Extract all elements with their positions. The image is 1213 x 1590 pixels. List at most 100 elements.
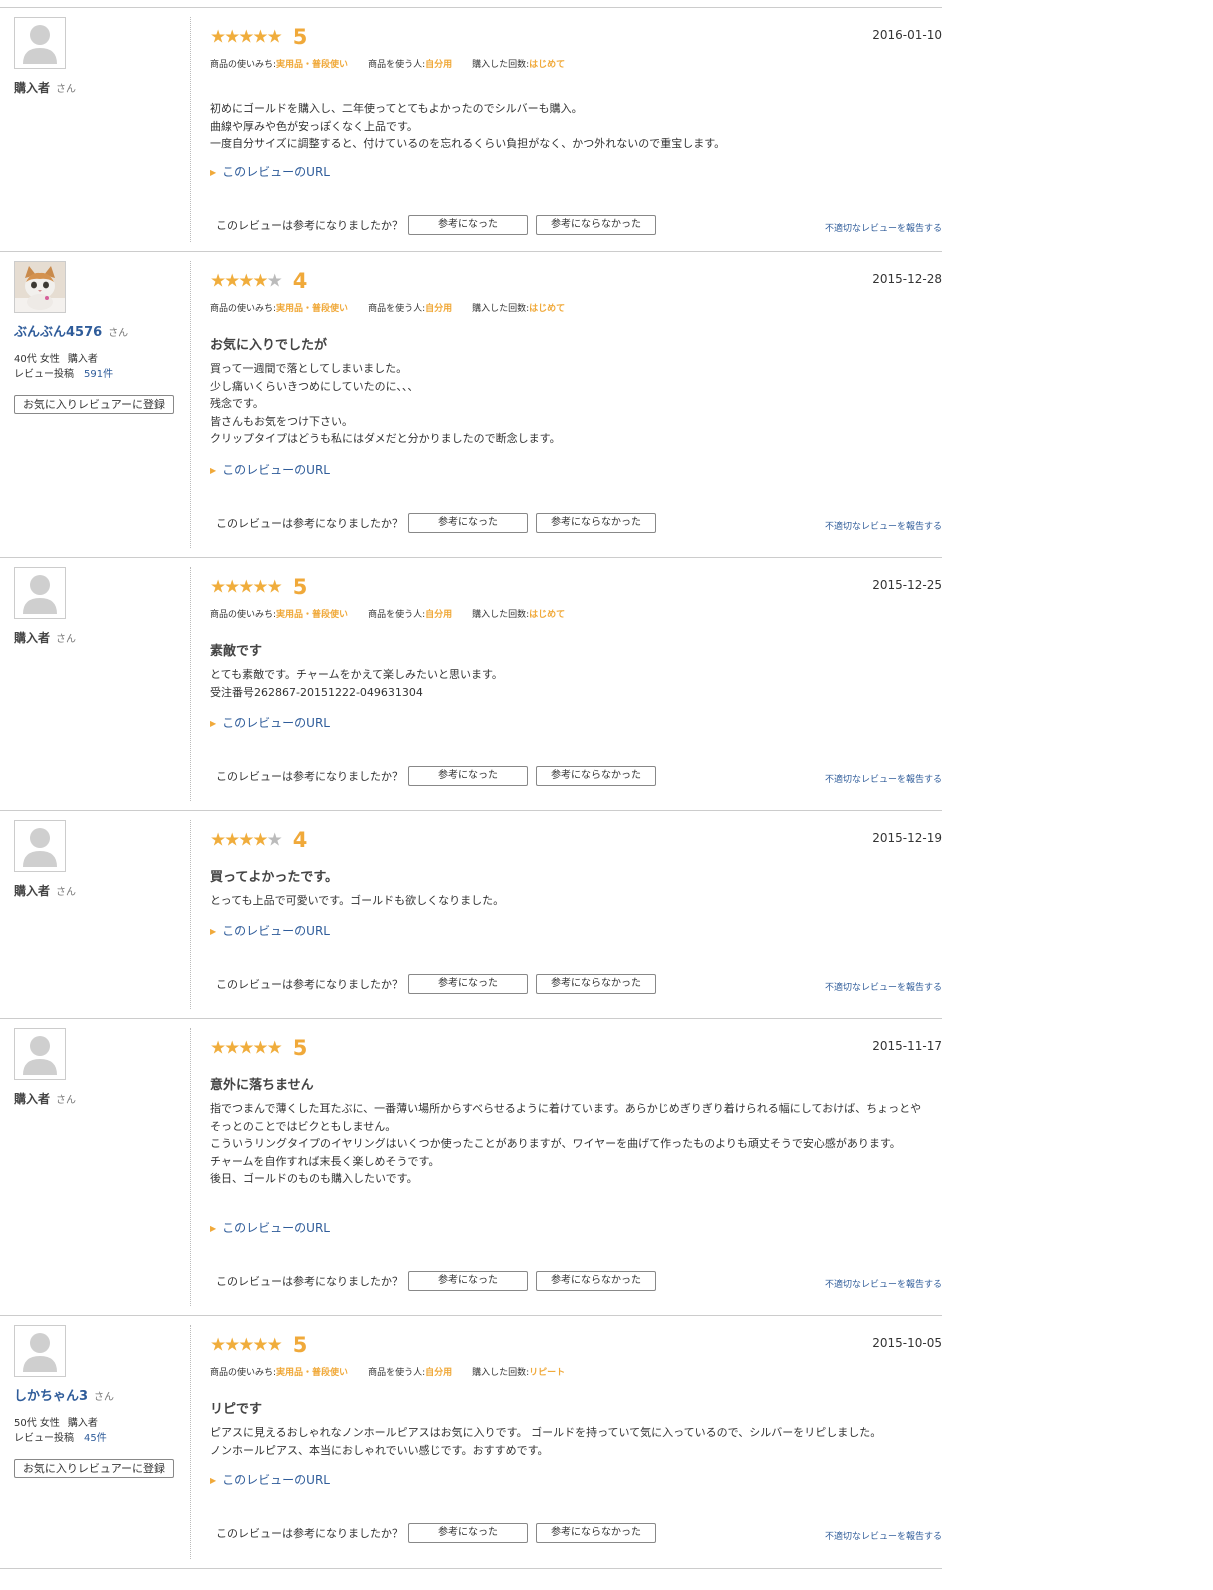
review-url-label[interactable]: このレビューのURL <box>222 165 330 179</box>
attribute-usage: 商品の使いみち:実用品・普段使い <box>210 1368 348 1378</box>
review-count: レビュー投稿 45件 <box>14 1431 174 1446</box>
star-icon: ★ <box>210 270 226 292</box>
helpful-yes-button[interactable]: 参考になった <box>408 973 528 994</box>
reviewer-demographics: 40代 女性 購入者 <box>14 352 174 367</box>
review-title: リピです <box>210 1402 263 1417</box>
helpful-question: このレビューは参考になりましたか？ <box>216 977 403 991</box>
attribute-label: 商品の使いみち: <box>210 60 277 70</box>
avatar[interactable] <box>14 261 66 313</box>
purchase-attributes: 商品の使いみち:実用品・普段使い 商品を使う人:自分用 購入した回数:はじめて <box>210 57 585 70</box>
star-rating: ★★★★★ <box>210 1037 283 1059</box>
helpful-vote: このレビューは参考になりましたか？ 参考になった 参考にならなかった <box>216 765 664 786</box>
reviewer-name[interactable]: しかちゃん3 <box>14 1389 88 1404</box>
review-url-link[interactable]: ▶ このレビューのURL <box>210 163 330 180</box>
column-divider <box>190 1028 191 1306</box>
helpful-yes-button[interactable]: 参考になった <box>408 1270 528 1291</box>
star-icon: ★ <box>238 26 254 48</box>
attribute-label: 商品の使いみち: <box>210 304 277 314</box>
helpful-no-button[interactable]: 参考にならなかった <box>536 1522 656 1543</box>
honorific-label: さん <box>94 1392 115 1403</box>
reviewer-panel: しかちゃん3 さん 50代 女性 購入者 レビュー投稿 45件お気に入りレビュアーに登録 <box>14 1325 174 1478</box>
reviewer-line: 購入者 さん <box>14 630 174 648</box>
report-review-link[interactable]: 不適切なレビューを報告する <box>825 519 942 532</box>
star-icon: ★ <box>210 829 226 851</box>
star-icon: ★ <box>224 1037 240 1059</box>
rating-number: 5 <box>292 1333 308 1357</box>
age-gender: 50代 女性 <box>14 1418 60 1429</box>
review-body-line: クリップタイプはどうも私にはダメだと分かりましたので断念します。 <box>210 432 561 445</box>
review-url-link[interactable]: ▶ このレビューのURL <box>210 1471 330 1488</box>
review-content: ★★★★★ 5 2015-10-05 商品の使いみち:実用品・普段使い 商品を使う人:自… <box>210 1316 942 1568</box>
star-icon: ★ <box>210 576 226 598</box>
review-card: ぶんぶん4576 さん 40代 女性 購入者 レビュー投稿 591件 お気に入りレビュアーに… <box>0 252 942 558</box>
attribute-times: 購入した回数:はじめて <box>472 304 565 314</box>
star-icon: ★ <box>252 1334 268 1356</box>
review-date: 2015-12-28 <box>872 272 942 286</box>
review-url-label[interactable]: このレビューのURL <box>222 1473 330 1487</box>
rating-number: 4 <box>292 269 308 293</box>
review-url-link[interactable]: ▶ このレビューのURL <box>210 714 330 731</box>
helpful-yes-button[interactable]: 参考になった <box>408 214 528 235</box>
review-url-label[interactable]: このレビューのURL <box>222 924 330 938</box>
review-url-link[interactable]: ▶ このレビューのURL <box>210 1219 330 1236</box>
report-review-link[interactable]: 不適切なレビューを報告する <box>825 772 942 785</box>
helpful-no-button[interactable]: 参考にならなかった <box>536 765 656 786</box>
review-url-label[interactable]: このレビューのURL <box>222 716 330 730</box>
helpful-yes-button[interactable]: 参考になった <box>408 1522 528 1543</box>
favorite-reviewer-button[interactable]: お気に入りレビュアーに登録 <box>14 395 174 414</box>
helpful-no-button[interactable]: 参考にならなかった <box>536 1270 656 1291</box>
report-review-link[interactable]: 不適切なレビューを報告する <box>825 1529 942 1542</box>
attribute-label: 購入した回数: <box>472 304 530 314</box>
helpful-yes-button[interactable]: 参考になった <box>408 512 528 533</box>
report-review-link[interactable]: 不適切なレビューを報告する <box>825 980 942 993</box>
review-body: 買って一週間で落としてしまいました。 少し痛いくらいきつめにしていたのに、、、 残念… <box>210 360 930 448</box>
helpful-question: このレビューは参考になりましたか？ <box>216 1526 403 1540</box>
attribute-value: 実用品・普段使い <box>276 1368 349 1378</box>
review-body-line: 曲線や厚みや色が安っぽくなく上品です。 <box>210 119 418 133</box>
helpful-question: このレビューは参考になりましたか？ <box>216 769 403 783</box>
triangle-right-icon: ▶ <box>210 927 217 936</box>
review-url-label[interactable]: このレビューのURL <box>222 463 330 477</box>
helpful-no-button[interactable]: 参考にならなかった <box>536 214 656 235</box>
avatar <box>14 567 66 619</box>
helpful-yes-button[interactable]: 参考になった <box>408 765 528 786</box>
buyer-badge: 購入者 <box>67 354 98 365</box>
attribute-label: 購入した回数: <box>472 1368 530 1378</box>
helpful-vote: このレビューは参考になりましたか？ 参考になった 参考にならなかった <box>216 214 664 235</box>
rating-number: 5 <box>292 1036 308 1060</box>
helpful-vote: このレビューは参考になりましたか？ 参考になった 参考にならなかった <box>216 512 664 533</box>
attribute-value: はじめて <box>529 304 566 314</box>
reviewer-meta: 40代 女性 購入者 レビュー投稿 591件 <box>14 352 174 382</box>
review-url-link[interactable]: ▶ このレビューのURL <box>210 922 330 939</box>
star-icon: ★ <box>252 26 268 48</box>
reviewer-panel: 購入者 さん <box>14 567 174 648</box>
helpful-no-button[interactable]: 参考にならなかった <box>536 512 656 533</box>
review-url-label[interactable]: このレビューのURL <box>222 1221 330 1235</box>
column-divider <box>190 820 191 1009</box>
star-icon: ★ <box>266 576 283 598</box>
attribute-usage: 商品の使いみち:実用品・普段使い <box>210 60 348 70</box>
review-date: 2015-12-19 <box>872 831 942 845</box>
review-card: 購入者 さん ★★★★★ 5 2015-11-17 意外に落ちません 指でつまんで薄くした耳… <box>0 1019 942 1316</box>
attribute-times: 購入した回数:はじめて <box>472 60 565 70</box>
review-body-line: 少し痛いくらいきつめにしていたのに、、、 <box>210 379 419 393</box>
review-title: お気に入りでしたが <box>210 338 328 353</box>
attribute-value: 自分用 <box>425 60 453 70</box>
report-review-link[interactable]: 不適切なレビューを報告する <box>825 221 942 234</box>
favorite-reviewer-button[interactable]: お気に入りレビュアーに登録 <box>14 1459 174 1478</box>
reviewer-name[interactable]: ぶんぶん4576 <box>14 325 102 340</box>
review-url-link[interactable]: ▶ このレビューのURL <box>210 461 330 478</box>
helpful-no-button[interactable]: 参考にならなかった <box>536 973 656 994</box>
reviewer-meta: 50代 女性 購入者 レビュー投稿 45件 <box>14 1416 174 1446</box>
review-count-link[interactable]: 591件 <box>84 369 113 380</box>
attribute-value: 実用品・普段使い <box>276 304 349 314</box>
report-review-link[interactable]: 不適切なレビューを報告する <box>825 1277 942 1290</box>
review-content: ★★★★★ 5 2015-11-17 意外に落ちません 指でつまんで薄くした耳たぶに、一… <box>210 1019 942 1315</box>
star-icon: ★ <box>266 270 283 292</box>
column-divider <box>190 261 191 548</box>
avatar[interactable] <box>14 1325 66 1377</box>
review-count-link[interactable]: 45件 <box>84 1433 107 1444</box>
attribute-usage: 商品の使いみち:実用品・普段使い <box>210 304 348 314</box>
reviewer-name: 購入者 <box>14 1092 51 1106</box>
honorific-label: さん <box>56 84 77 95</box>
